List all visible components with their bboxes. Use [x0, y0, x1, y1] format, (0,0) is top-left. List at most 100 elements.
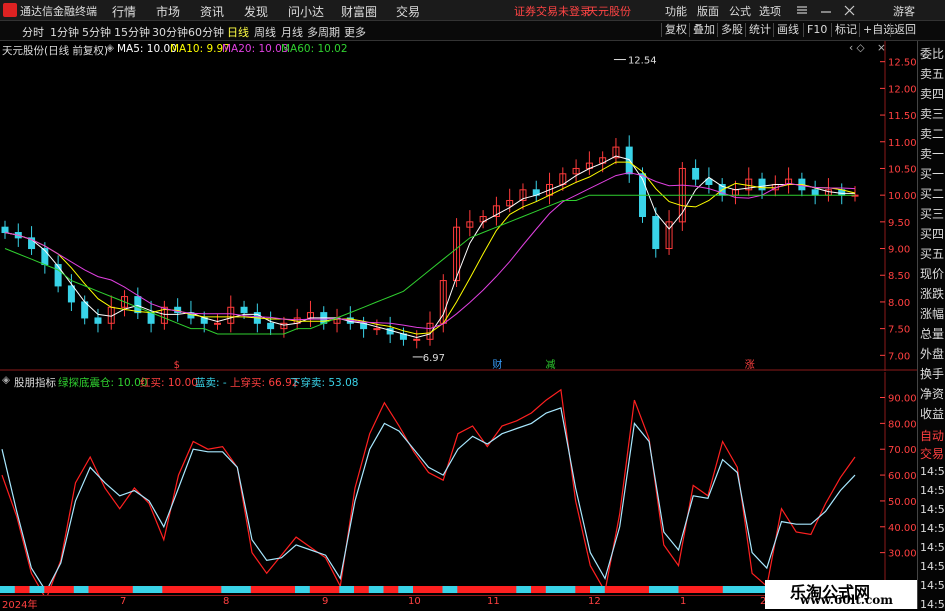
btn-f10[interactable]: F10	[803, 23, 830, 37]
btn-fuquan[interactable]: 复权	[661, 23, 690, 37]
btn-tongji[interactable]: 统计	[745, 23, 774, 37]
candle-body	[240, 306, 248, 314]
indicator-tick-label: 40.00	[888, 523, 917, 534]
btn-duogu[interactable]: 多股	[717, 23, 746, 37]
signal-bar-segment	[191, 586, 208, 593]
menu-shichang[interactable]: 市场	[156, 3, 180, 20]
candle-body	[373, 328, 381, 331]
event-marker: 涨	[745, 359, 755, 371]
signal-bar-segment	[309, 586, 326, 593]
indicator-chart[interactable]: 90.00 80.00 70.00 60.00 50.00 40.00 30.00	[0, 372, 917, 596]
window-controls	[797, 5, 855, 16]
signal-bar-segment	[442, 586, 458, 593]
app-logo-icon	[3, 3, 17, 17]
date-label: 10	[408, 596, 421, 607]
price-tick-label: 12.00	[888, 84, 917, 95]
period-fenshi[interactable]: 分时	[22, 24, 44, 40]
period-60min[interactable]: 60分钟	[188, 24, 224, 40]
watermark-url: www.60lt.com	[800, 593, 893, 607]
period-15min[interactable]: 15分钟	[114, 24, 150, 40]
signal-bar-segment	[486, 586, 503, 593]
indicator-tick-label: 70.00	[888, 445, 917, 456]
side-price: 现价	[920, 267, 945, 281]
signal-bar-segment	[708, 586, 724, 593]
period-weekly[interactable]: 周线	[254, 24, 276, 40]
btn-fanhui[interactable]: 返回	[890, 23, 919, 37]
signal-bar-segment	[427, 586, 444, 593]
side-buy1: 买一	[920, 167, 945, 181]
period-30min[interactable]: 30分钟	[152, 24, 188, 40]
side-change-pct: 涨幅	[920, 307, 945, 321]
menu-banmian[interactable]: 版面	[697, 3, 719, 19]
side-nav: 净资	[920, 387, 945, 401]
candle-body	[147, 312, 155, 324]
date-label: 8	[223, 596, 230, 607]
guest-label[interactable]: 游客	[893, 3, 915, 19]
period-multi[interactable]: 多周期	[307, 24, 340, 40]
menu-xuanxiang[interactable]: 选项	[759, 3, 781, 19]
trade-login-status[interactable]: 证券交易未登录	[514, 3, 591, 19]
period-toolbar: 分时 1分钟 5分钟 15分钟 30分钟 60分钟 日线 周线 月线 多周期 更…	[0, 21, 945, 41]
signal-bar-segment	[560, 586, 576, 593]
period-monthly[interactable]: 月线	[281, 24, 303, 40]
signal-bar-segment	[472, 586, 488, 593]
menu-zixun[interactable]: 资讯	[200, 3, 224, 20]
signal-bar-segment	[531, 586, 547, 593]
signal-bar-segment	[722, 586, 739, 593]
date-label: 9	[322, 596, 329, 607]
tick-time: 14:56	[920, 541, 945, 554]
menu-icon[interactable]	[797, 6, 807, 14]
tick-time: 14:56	[920, 560, 945, 573]
close-icon[interactable]	[844, 5, 855, 16]
signal-bar-segment	[14, 586, 31, 593]
signal-bar-segment	[103, 586, 119, 593]
candlestick-chart[interactable]: 12.50 12.00 11.50 11.00 10.50 10.00 9.50 9.00 8.…	[0, 41, 917, 371]
candle-body	[692, 167, 700, 180]
menu-gongneng[interactable]: 功能	[665, 3, 687, 19]
signal-bar-segment	[501, 586, 517, 593]
price-tick-label: 9.50	[888, 218, 910, 229]
indicator-tick-label: 90.00	[888, 394, 917, 405]
period-daily[interactable]: 日线	[227, 24, 249, 40]
side-outer: 外盘	[920, 347, 945, 361]
menu-bar: 通达信金融终端 行情 市场 资讯 发现 问小达 财富圈 交易 证券交易未登录 天…	[0, 0, 945, 21]
signal-bar-segment	[236, 586, 252, 593]
side-auto[interactable]: 自动	[920, 427, 945, 444]
signal-bar-segment	[590, 586, 606, 593]
menu-hangqing[interactable]: 行情	[112, 3, 136, 20]
btn-huaxian[interactable]: 画线	[773, 23, 802, 37]
period-5min[interactable]: 5分钟	[82, 24, 111, 40]
signal-bar-segment	[324, 586, 340, 593]
price-tick-label: 10.50	[888, 164, 917, 175]
signal-bar-segment	[516, 586, 532, 593]
menu-faxian[interactable]: 发现	[244, 3, 268, 20]
menu-jiaoyi[interactable]: 交易	[396, 3, 420, 20]
signal-bar-segment	[29, 586, 45, 593]
period-more[interactable]: 更多	[344, 24, 366, 40]
candle-body	[652, 216, 660, 250]
price-tick-label: 8.00	[888, 298, 910, 309]
event-marker: 减	[546, 359, 556, 371]
menu-caifuquan[interactable]: 财富圈	[341, 3, 377, 20]
event-marker: 财	[492, 358, 502, 371]
side-trade[interactable]: 交易	[920, 445, 945, 462]
signal-bar-segment	[73, 586, 90, 593]
btn-biaoji[interactable]: 标记	[831, 23, 860, 37]
high-label: 12.54	[628, 56, 657, 67]
side-turnover: 换手	[920, 367, 945, 381]
indicator-tick-label: 80.00	[888, 419, 917, 430]
signal-bar-segment	[663, 586, 680, 593]
btn-diejia[interactable]: 叠加	[689, 23, 718, 37]
signal-bar-segment	[339, 586, 355, 593]
indicator-red-line	[1, 388, 856, 596]
date-label: 11	[487, 596, 500, 607]
period-1min[interactable]: 1分钟	[50, 24, 79, 40]
tick-time: 14:56	[920, 522, 945, 535]
signal-bar-segment	[132, 586, 149, 593]
menu-wenxiaoda[interactable]: 问小达	[288, 3, 324, 20]
signal-bar-segment	[147, 586, 163, 593]
menu-gongshi[interactable]: 公式	[729, 3, 751, 19]
tick-time: 14:56	[920, 598, 945, 611]
price-tick-label: 7.00	[888, 351, 910, 362]
price-tick-label: 8.50	[888, 271, 910, 282]
